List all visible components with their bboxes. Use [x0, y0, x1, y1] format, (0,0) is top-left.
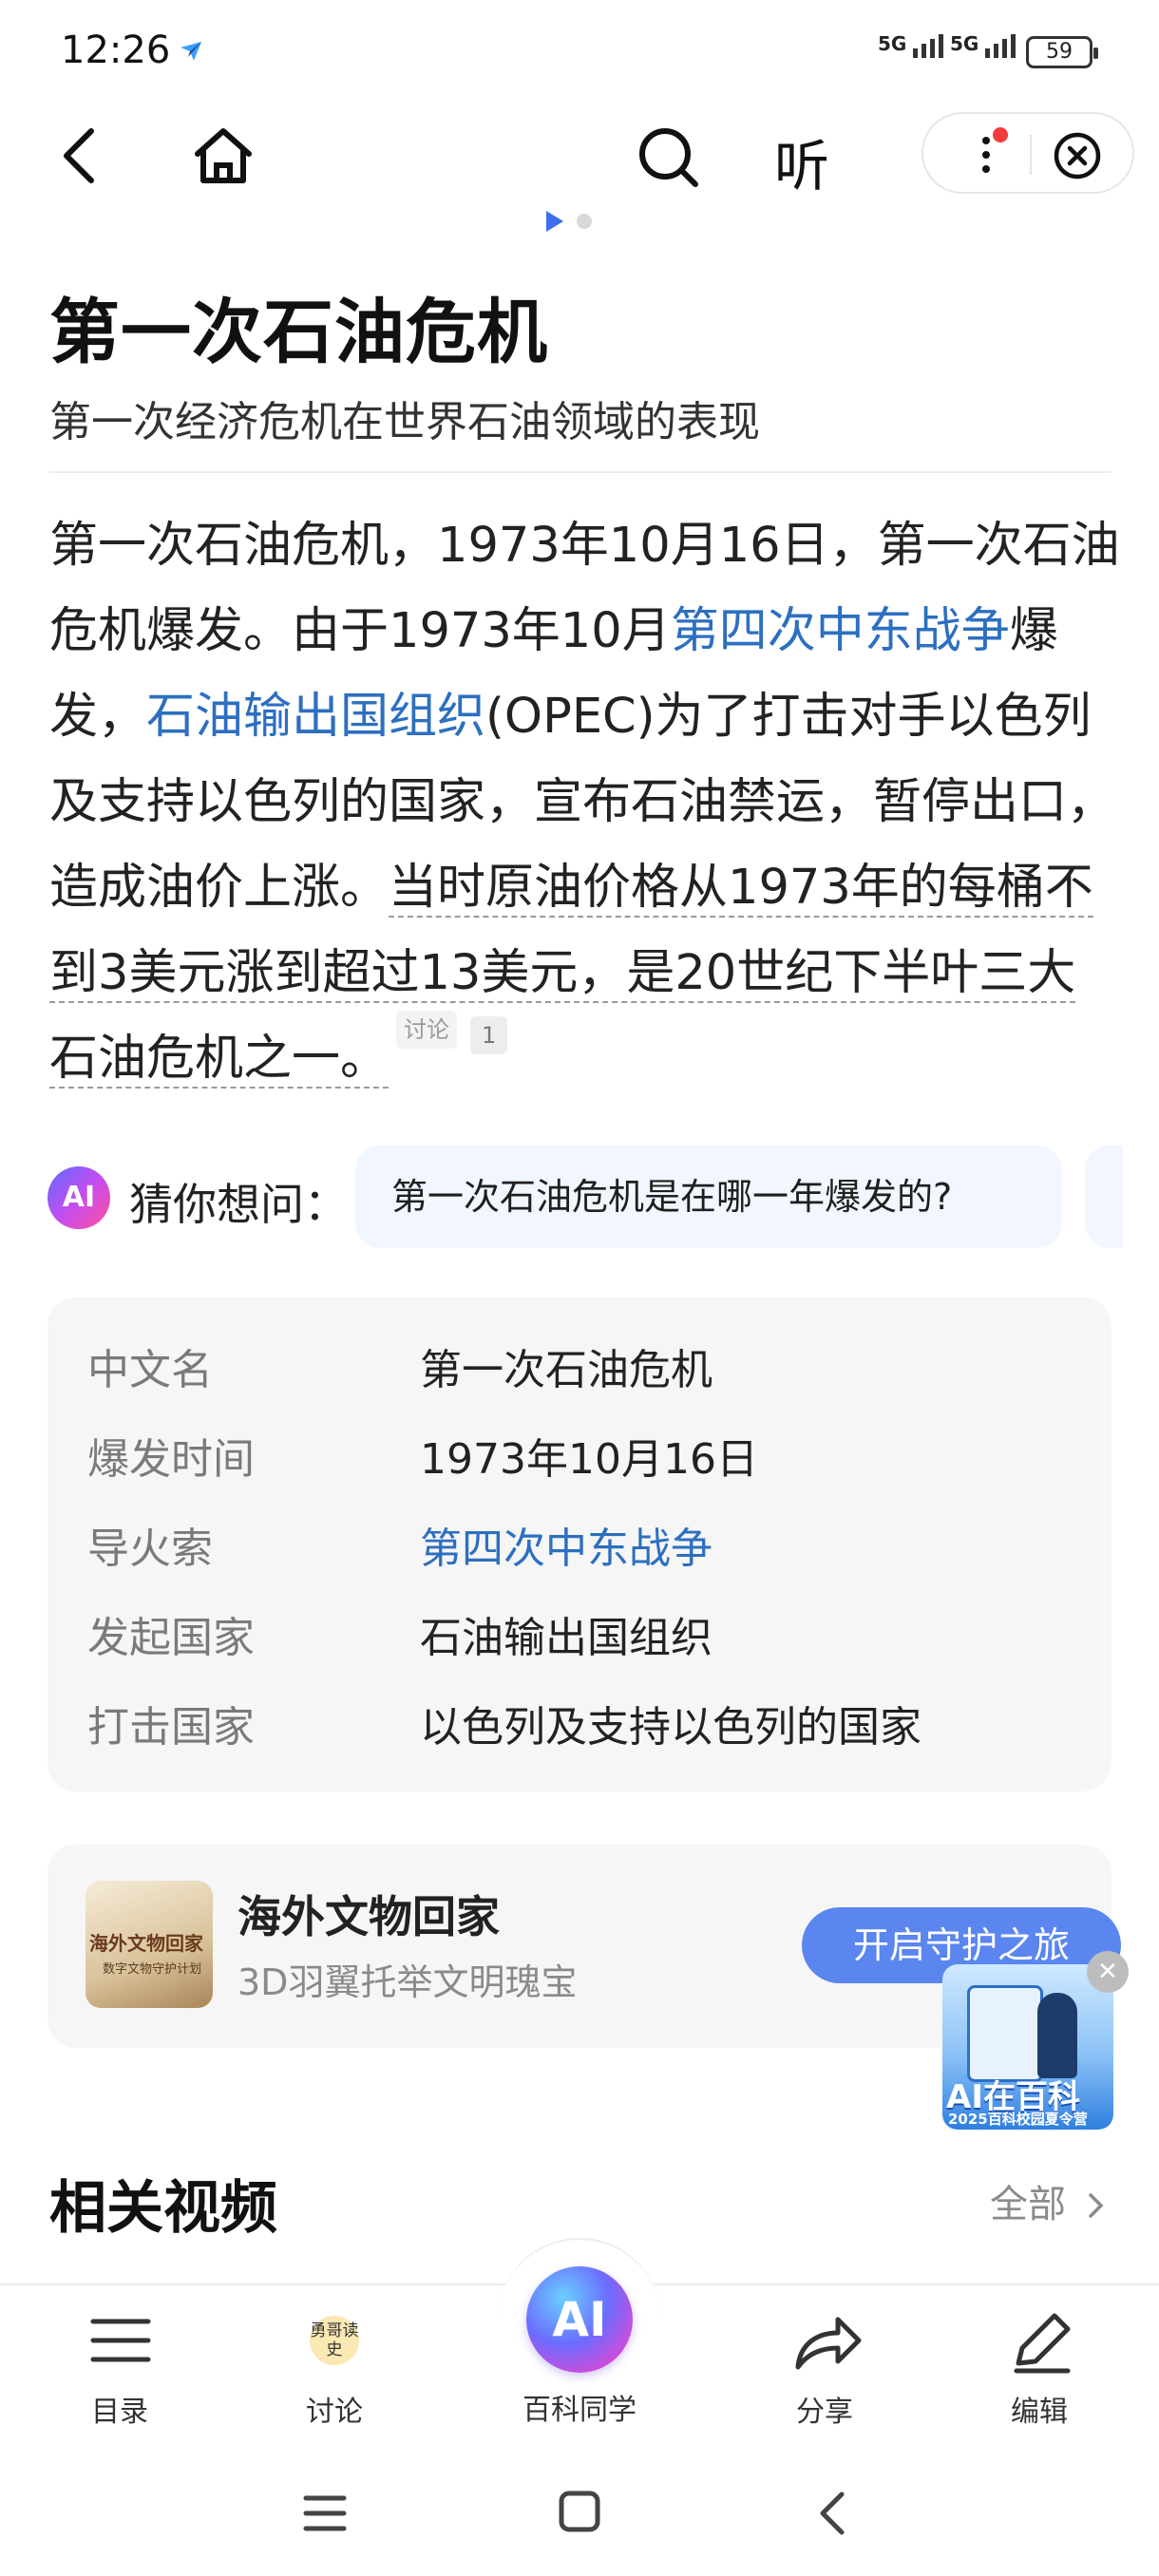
app-notification-icon — [180, 42, 201, 61]
ai-assistant-icon: AI — [48, 1166, 110, 1229]
discuss-avatar-icon: 勇哥读史 — [310, 2316, 359, 2365]
promo-thumbnail: 海外文物回家 数字文物守护计划 — [86, 1881, 213, 2008]
page-indicator — [546, 211, 592, 236]
tab-catalog[interactable]: 目录 — [53, 2308, 186, 2429]
related-all-link[interactable]: 全部 — [990, 2173, 1107, 2228]
home-square-icon[interactable] — [557, 2489, 602, 2534]
page-title: 第一次石油危机 — [49, 292, 548, 373]
ai-summer-camp-banner[interactable]: AI在百科 2025百科校园夏令营 — [942, 1964, 1113, 2130]
related-all-label: 全部 — [990, 2183, 1066, 2226]
info-value: 石油输出国组织 — [420, 1614, 712, 1662]
battery-icon: 59 — [1026, 36, 1098, 68]
info-value: 1973年10月16日 — [420, 1435, 758, 1484]
share-icon — [795, 2317, 862, 2370]
discuss-count[interactable]: 1 — [470, 1016, 508, 1054]
promo-thumbnail-title: 海外文物回家 — [89, 1932, 203, 1955]
system-navigation-bar — [0, 2439, 1159, 2576]
tab-discuss-label: 讨论 — [306, 2396, 363, 2429]
ai-assistant-label: 百科同学 — [522, 2394, 636, 2427]
tab-share-label: 分享 — [796, 2396, 853, 2429]
ai-banner-subtitle: 2025百科校园夏令营 — [948, 2111, 1088, 2128]
info-key: 中文名 — [87, 1346, 213, 1394]
info-key: 导火索 — [87, 1525, 213, 1573]
status-time: 12:26 — [61, 28, 171, 72]
promo-subtitle: 3D羽翼托举文明瑰宝 — [238, 1961, 578, 2003]
info-value: 第一次石油危机 — [420, 1346, 712, 1394]
back-icon[interactable] — [53, 123, 110, 188]
suggested-question-chip[interactable]: 第一次石油危机是在哪一年爆发的? — [355, 1146, 1062, 1248]
system-back-icon[interactable] — [811, 2489, 857, 2538]
promo-thumbnail-sub: 数字文物守护计划 — [103, 1962, 202, 1977]
suggested-question-chip-next[interactable] — [1085, 1146, 1123, 1248]
tab-share[interactable]: 分享 — [758, 2308, 891, 2429]
signal-icon: 5G — [878, 32, 957, 58]
info-key: 打击国家 — [87, 1703, 255, 1752]
link-fourth-middle-east-war[interactable]: 第四次中东战争 — [671, 603, 1010, 659]
signal-icon-2: 5G — [950, 32, 1029, 58]
divider — [49, 471, 1112, 473]
menu-icon[interactable] — [302, 2492, 348, 2534]
close-banner-icon[interactable]: ✕ — [1087, 1951, 1129, 1993]
info-key: 爆发时间 — [87, 1435, 255, 1484]
listen-button[interactable]: 听 — [774, 122, 829, 201]
list-icon — [90, 2319, 151, 2362]
promo-title: 海外文物回家 — [238, 1891, 500, 1942]
page-subtitle: 第一次经济危机在世界石油领域的表现 — [49, 398, 760, 446]
guess-label: 猜你想问： — [129, 1179, 348, 1230]
link-opec[interactable]: 石油输出国组织 — [146, 689, 485, 745]
edit-icon — [1014, 2313, 1071, 2374]
info-value: 以色列及支持以色列的国家 — [420, 1703, 922, 1752]
info-value-link[interactable]: 第四次中东战争 — [420, 1514, 712, 1575]
close-circle-icon[interactable] — [1053, 131, 1102, 180]
info-key: 发起国家 — [87, 1614, 255, 1662]
tab-catalog-label: 目录 — [91, 2396, 148, 2429]
ai-assistant-button[interactable]: AI — [526, 2266, 633, 2373]
chevron-right-icon — [1088, 2193, 1104, 2218]
info-box: 中文名 第一次石油危机 爆发时间 1973年10月16日 导火索 第四次中东战争… — [48, 1297, 1112, 1791]
tab-edit[interactable]: 编辑 — [973, 2308, 1106, 2429]
article-summary: 第一次石油危机，1973年10月16日，第一次石油危机爆发。由于1973年10月… — [49, 503, 1121, 1102]
discuss-badge[interactable]: 讨论 — [396, 1011, 458, 1049]
notification-dot — [993, 127, 1008, 142]
related-videos-title: 相关视频 — [49, 2175, 277, 2242]
search-icon[interactable] — [635, 123, 703, 192]
home-icon[interactable] — [190, 123, 256, 188]
tab-edit-label: 编辑 — [1011, 2396, 1068, 2429]
capsule-menu — [922, 112, 1134, 194]
